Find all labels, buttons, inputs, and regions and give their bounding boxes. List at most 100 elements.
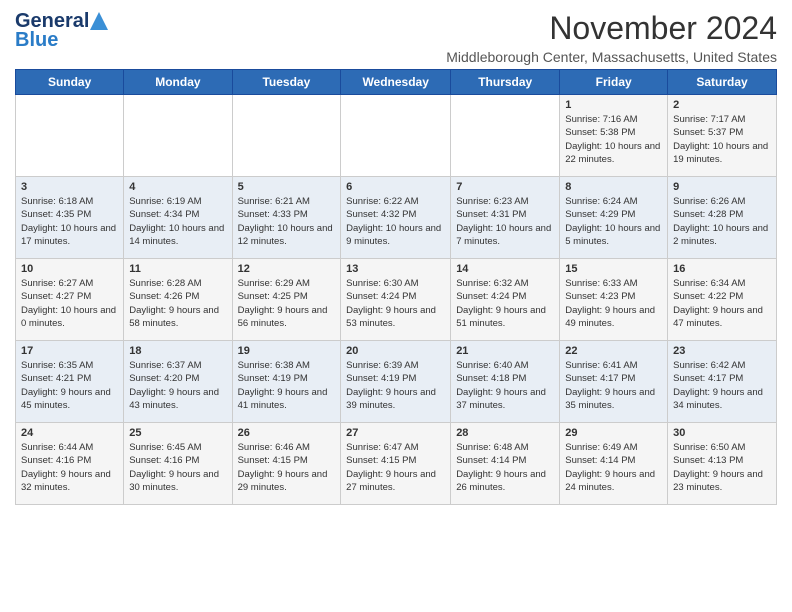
calendar-day: 24 Sunrise: 6:44 AM Sunset: 4:16 PM Dayli… xyxy=(16,423,124,505)
day-number: 4 xyxy=(129,181,226,193)
day-number: 26 xyxy=(238,427,336,439)
day-info: Sunrise: 6:23 AM Sunset: 4:31 PM Dayligh… xyxy=(456,195,554,248)
calendar-day: 8 Sunrise: 6:24 AM Sunset: 4:29 PM Daylig… xyxy=(560,177,668,259)
day-info: Sunrise: 6:32 AM Sunset: 4:24 PM Dayligh… xyxy=(456,277,554,330)
calendar-day: 20 Sunrise: 6:39 AM Sunset: 4:19 PM Dayli… xyxy=(341,341,451,423)
logo-triangle-icon xyxy=(90,12,108,30)
day-number: 20 xyxy=(346,345,445,357)
calendar-day: 30 Sunrise: 6:50 AM Sunset: 4:13 PM Dayli… xyxy=(668,423,777,505)
day-info: Sunrise: 6:42 AM Sunset: 4:17 PM Dayligh… xyxy=(673,359,771,412)
day-number: 28 xyxy=(456,427,554,439)
calendar-day: 4Sunrise: 6:19 AM Sunset: 4:34 PM Daylig… xyxy=(124,177,232,259)
day-number: 1 xyxy=(565,99,662,111)
calendar-day: 11 Sunrise: 6:28 AM Sunset: 4:26 PM Dayli… xyxy=(124,259,232,341)
day-info: Sunrise: 6:30 AM Sunset: 4:24 PM Dayligh… xyxy=(346,277,445,330)
day-info: Sunrise: 6:46 AM Sunset: 4:15 PM Dayligh… xyxy=(238,441,336,494)
day-info: Sunrise: 6:28 AM Sunset: 4:26 PM Dayligh… xyxy=(129,277,226,330)
day-number: 18 xyxy=(129,345,226,357)
calendar-day xyxy=(16,95,124,177)
calendar-body: 1 Sunrise: 7:16 AM Sunset: 5:38 PM Daylig… xyxy=(16,95,777,505)
calendar-day xyxy=(451,95,560,177)
calendar-day: 9Sunrise: 6:26 AM Sunset: 4:28 PM Daylig… xyxy=(668,177,777,259)
day-number: 9 xyxy=(673,181,771,193)
day-info: Sunrise: 6:27 AM Sunset: 4:27 PM Dayligh… xyxy=(21,277,118,330)
day-info: Sunrise: 6:40 AM Sunset: 4:18 PM Dayligh… xyxy=(456,359,554,412)
day-info: Sunrise: 6:50 AM Sunset: 4:13 PM Dayligh… xyxy=(673,441,771,494)
day-info: Sunrise: 6:38 AM Sunset: 4:19 PM Dayligh… xyxy=(238,359,336,412)
page-container: General Blue November 2024 Middleborough… xyxy=(0,0,792,515)
calendar-week-4: 17Sunrise: 6:35 AM Sunset: 4:21 PM Dayli… xyxy=(16,341,777,423)
day-info: Sunrise: 6:49 AM Sunset: 4:14 PM Dayligh… xyxy=(565,441,662,494)
day-number: 8 xyxy=(565,181,662,193)
day-number: 2 xyxy=(673,99,771,111)
day-number: 14 xyxy=(456,263,554,275)
calendar-day: 18 Sunrise: 6:37 AM Sunset: 4:20 PM Dayli… xyxy=(124,341,232,423)
title-section: November 2024 Middleborough Center, Mass… xyxy=(446,10,777,65)
day-number: 10 xyxy=(21,263,118,275)
logo: General Blue xyxy=(15,10,108,52)
day-info: Sunrise: 7:16 AM Sunset: 5:38 PM Dayligh… xyxy=(565,113,662,166)
day-number: 16 xyxy=(673,263,771,275)
calendar-day: 5 Sunrise: 6:21 AM Sunset: 4:33 PM Daylig… xyxy=(232,177,341,259)
location-text: Middleborough Center, Massachusetts, Uni… xyxy=(446,49,777,65)
month-title: November 2024 xyxy=(446,10,777,47)
calendar-week-2: 3 Sunrise: 6:18 AM Sunset: 4:35 PM Daylig… xyxy=(16,177,777,259)
day-number: 3 xyxy=(21,181,118,193)
day-number: 27 xyxy=(346,427,445,439)
calendar-day: 7Sunrise: 6:23 AM Sunset: 4:31 PM Daylig… xyxy=(451,177,560,259)
calendar-day: 27 Sunrise: 6:47 AM Sunset: 4:15 PM Dayli… xyxy=(341,423,451,505)
day-info: Sunrise: 7:17 AM Sunset: 5:37 PM Dayligh… xyxy=(673,113,771,166)
calendar-day: 17Sunrise: 6:35 AM Sunset: 4:21 PM Dayli… xyxy=(16,341,124,423)
col-friday: Friday xyxy=(560,70,668,95)
day-info: Sunrise: 6:47 AM Sunset: 4:15 PM Dayligh… xyxy=(346,441,445,494)
day-info: Sunrise: 6:21 AM Sunset: 4:33 PM Dayligh… xyxy=(238,195,336,248)
col-wednesday: Wednesday xyxy=(341,70,451,95)
calendar-day: 28 Sunrise: 6:48 AM Sunset: 4:14 PM Dayli… xyxy=(451,423,560,505)
calendar-day: 16 Sunrise: 6:34 AM Sunset: 4:22 PM Dayli… xyxy=(668,259,777,341)
calendar-day xyxy=(124,95,232,177)
logo-content: General Blue xyxy=(15,10,108,52)
day-number: 30 xyxy=(673,427,771,439)
day-info: Sunrise: 6:45 AM Sunset: 4:16 PM Dayligh… xyxy=(129,441,226,494)
day-number: 29 xyxy=(565,427,662,439)
day-info: Sunrise: 6:24 AM Sunset: 4:29 PM Dayligh… xyxy=(565,195,662,248)
col-tuesday: Tuesday xyxy=(232,70,341,95)
calendar-day: 21 Sunrise: 6:40 AM Sunset: 4:18 PM Dayli… xyxy=(451,341,560,423)
calendar-day: 1 Sunrise: 7:16 AM Sunset: 5:38 PM Daylig… xyxy=(560,95,668,177)
calendar-day: 12Sunrise: 6:29 AM Sunset: 4:25 PM Dayli… xyxy=(232,259,341,341)
day-number: 13 xyxy=(346,263,445,275)
calendar-day: 10 Sunrise: 6:27 AM Sunset: 4:27 PM Dayli… xyxy=(16,259,124,341)
day-number: 19 xyxy=(238,345,336,357)
day-number: 24 xyxy=(21,427,118,439)
day-number: 22 xyxy=(565,345,662,357)
calendar-table: Sunday Monday Tuesday Wednesday Thursday… xyxy=(15,69,777,505)
calendar-week-3: 10 Sunrise: 6:27 AM Sunset: 4:27 PM Dayli… xyxy=(16,259,777,341)
day-number: 6 xyxy=(346,181,445,193)
calendar-day: 25 Sunrise: 6:45 AM Sunset: 4:16 PM Dayli… xyxy=(124,423,232,505)
calendar-day: 6Sunrise: 6:22 AM Sunset: 4:32 PM Daylig… xyxy=(341,177,451,259)
calendar-day xyxy=(232,95,341,177)
day-number: 23 xyxy=(673,345,771,357)
calendar-header: Sunday Monday Tuesday Wednesday Thursday… xyxy=(16,70,777,95)
day-info: Sunrise: 6:39 AM Sunset: 4:19 PM Dayligh… xyxy=(346,359,445,412)
day-number: 21 xyxy=(456,345,554,357)
col-thursday: Thursday xyxy=(451,70,560,95)
calendar-day: 14 Sunrise: 6:32 AM Sunset: 4:24 PM Dayli… xyxy=(451,259,560,341)
day-info: Sunrise: 6:48 AM Sunset: 4:14 PM Dayligh… xyxy=(456,441,554,494)
calendar-week-5: 24 Sunrise: 6:44 AM Sunset: 4:16 PM Dayli… xyxy=(16,423,777,505)
day-number: 11 xyxy=(129,263,226,275)
day-info: Sunrise: 6:34 AM Sunset: 4:22 PM Dayligh… xyxy=(673,277,771,330)
day-number: 12 xyxy=(238,263,336,275)
day-number: 25 xyxy=(129,427,226,439)
col-monday: Monday xyxy=(124,70,232,95)
calendar-day: 26 Sunrise: 6:46 AM Sunset: 4:15 PM Dayli… xyxy=(232,423,341,505)
day-number: 15 xyxy=(565,263,662,275)
day-info: Sunrise: 6:37 AM Sunset: 4:20 PM Dayligh… xyxy=(129,359,226,412)
day-info: Sunrise: 6:41 AM Sunset: 4:17 PM Dayligh… xyxy=(565,359,662,412)
calendar-day: 22 Sunrise: 6:41 AM Sunset: 4:17 PM Dayli… xyxy=(560,341,668,423)
day-info: Sunrise: 6:18 AM Sunset: 4:35 PM Dayligh… xyxy=(21,195,118,248)
day-info: Sunrise: 6:44 AM Sunset: 4:16 PM Dayligh… xyxy=(21,441,118,494)
day-number: 5 xyxy=(238,181,336,193)
calendar-day: 29 Sunrise: 6:49 AM Sunset: 4:14 PM Dayli… xyxy=(560,423,668,505)
header: General Blue November 2024 Middleborough… xyxy=(15,10,777,65)
